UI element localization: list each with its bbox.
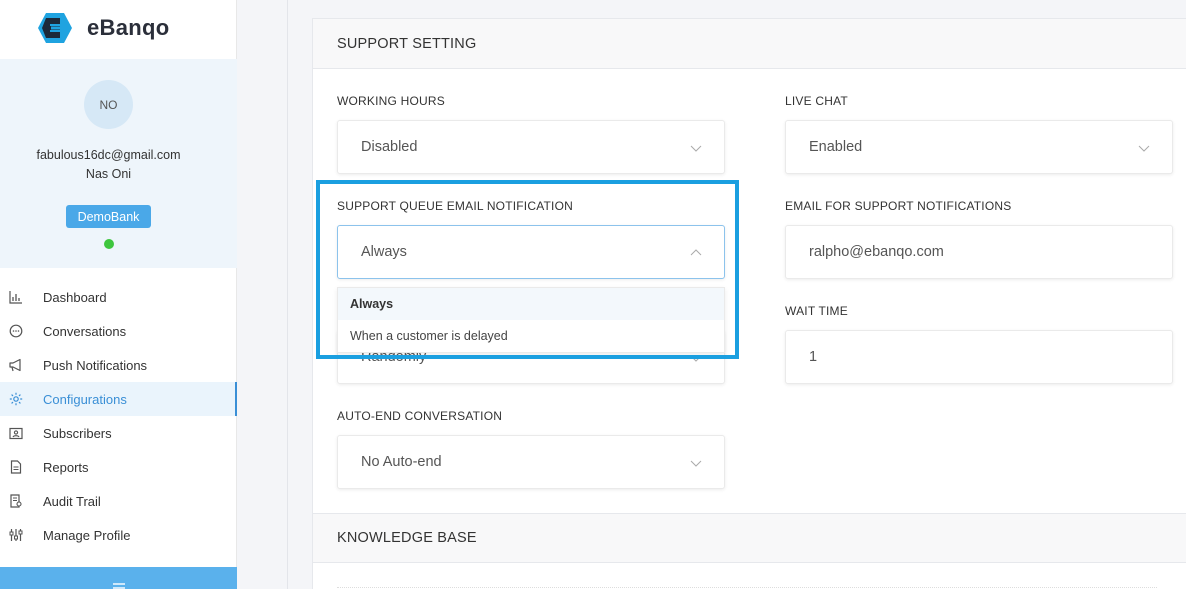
bank-badge[interactable]: DemoBank: [66, 205, 151, 228]
nav-item-audit-trail[interactable]: Audit Trail: [0, 484, 237, 518]
nav-label: Configurations: [43, 391, 127, 407]
gear-icon: [9, 392, 23, 406]
nav-label: Conversations: [43, 323, 127, 339]
main-nav: Dashboard Conversations Push Notificatio…: [0, 280, 237, 552]
nav-item-push-notifications[interactable]: Push Notifications: [0, 348, 237, 382]
profile-email: fabulous16dc@gmail.com: [36, 148, 181, 162]
working-hours-select[interactable]: Disabled: [337, 120, 725, 174]
knowledge-base-header: KNOWLEDGE BASE: [313, 513, 1186, 563]
nav-item-reports[interactable]: Reports: [0, 450, 237, 484]
megaphone-icon: [9, 358, 21, 372]
nav-item-configurations[interactable]: Configurations: [0, 382, 237, 416]
nav-item-subscribers[interactable]: Subscribers: [0, 416, 237, 450]
nav-label: Push Notifications: [43, 357, 148, 373]
brand-name: eBanqo: [87, 15, 170, 40]
auto-end-select[interactable]: No Auto-end: [337, 435, 725, 489]
audit-icon: [10, 494, 22, 508]
chevron-down-icon: [690, 145, 702, 152]
nav-label: Dashboard: [43, 289, 107, 305]
document-icon: [10, 460, 22, 474]
profile-name: Nas Oni: [85, 167, 132, 181]
hamburger-icon: [112, 583, 125, 585]
support-email-value: ralpho@ebanqo.com: [809, 244, 944, 260]
highlight-box: [316, 180, 739, 359]
sliders-icon: [9, 529, 23, 541]
gutter: [237, 0, 267, 589]
wait-time-input[interactable]: 1: [785, 330, 1173, 384]
support-setting-header: SUPPORT SETTING: [313, 19, 1186, 69]
support-email-label: EMAIL FOR SUPPORT NOTIFICATIONS: [785, 199, 1012, 213]
working-hours-label: WORKING HOURS: [337, 94, 445, 108]
wait-time-value: 1: [809, 349, 818, 365]
nav-label: Audit Trail: [43, 493, 101, 509]
nav-label: Subscribers: [43, 425, 112, 441]
auto-end-value: No Auto-end: [361, 454, 442, 470]
online-status-dot: [104, 239, 114, 249]
profile-panel: NO fabulous16dc@gmail.com Nas Oni DemoBa…: [0, 59, 237, 268]
bar-chart-icon: [9, 291, 22, 304]
avatar[interactable]: NO: [84, 80, 133, 129]
sidebar: eBanqo NO fabulous16dc@gmail.com Nas Oni…: [0, 0, 237, 589]
brand-logo[interactable]: eBanqo: [38, 13, 169, 43]
live-chat-value: Enabled: [809, 139, 863, 155]
working-hours-value: Disabled: [361, 139, 418, 155]
nav-item-manage-profile[interactable]: Manage Profile: [0, 518, 237, 552]
divider: [287, 0, 288, 589]
chevron-down-icon: [1138, 145, 1150, 152]
wait-time-label: WAIT TIME: [785, 304, 848, 318]
chevron-down-icon: [690, 460, 702, 467]
live-chat-select[interactable]: Enabled: [785, 120, 1173, 174]
nav-item-conversations[interactable]: Conversations: [0, 314, 237, 348]
nav-item-dashboard[interactable]: Dashboard: [0, 280, 237, 314]
sidebar-collapse-button[interactable]: [0, 567, 237, 589]
support-email-input[interactable]: ralpho@ebanqo.com: [785, 225, 1173, 279]
nav-label: Manage Profile: [43, 527, 131, 543]
auto-end-label: AUTO-END CONVERSATION: [337, 409, 503, 423]
live-chat-label: LIVE CHAT: [785, 94, 848, 108]
nav-label: Reports: [43, 459, 89, 475]
chat-bubble-icon: [9, 324, 23, 338]
ebanqo-logo-icon: [38, 13, 72, 43]
contact-card-icon: [9, 427, 23, 440]
